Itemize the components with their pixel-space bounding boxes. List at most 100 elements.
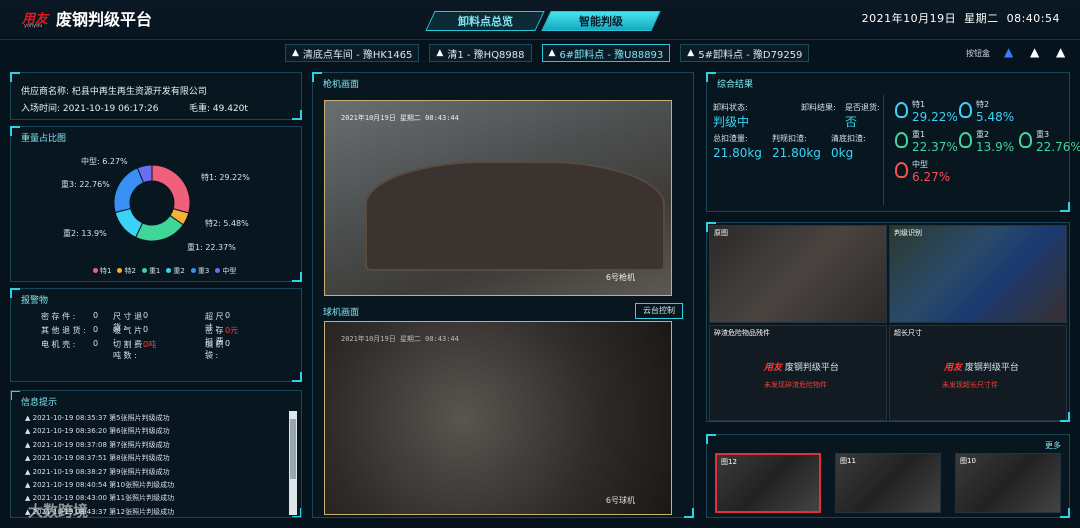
overlength-panel: 超长尺寸 用友 废钢判级平台 未发现超长尺寸件 [889, 325, 1067, 421]
log-row: ▲ 2021-10-19 08:37:51 第8张照片判级成功 [25, 454, 170, 463]
gallery-thumb-active[interactable]: 图12 [715, 453, 821, 513]
alarm-panel: 报警物 密 存 件 :0尺 寸 退 货 :0超 尺 寸 :0其 他 退 货 :0… [10, 288, 302, 382]
log-icon: ▲ [25, 427, 33, 436]
clean-deduct-value: 0kg [831, 146, 854, 160]
log-icon: ▲ [25, 480, 33, 489]
legend-item[interactable]: 重2 [166, 266, 185, 276]
grade-result-label: 卸料结果: [801, 103, 836, 112]
alarm-cell: 其 他 退 货 : [41, 326, 86, 335]
app-title: 废钢判级平台 [56, 10, 153, 29]
alarm-cell: 0 [143, 325, 149, 334]
danger-message: 未发现碎渣危险物件 [764, 381, 827, 389]
views-panel: 原图 判级识别 碎渣危险物品残件 用友 废钢判级平台 未发现碎渣危险物件 超长尺… [706, 222, 1070, 422]
dome-cam-label: 6号球机 [605, 496, 635, 505]
brand-text: 废钢判级平台 [784, 363, 839, 373]
entry-time-label: 入场时间: [21, 104, 61, 114]
alarm-cell: 0 [93, 311, 99, 320]
donut-slice-特1[interactable] [151, 164, 191, 214]
return-value: 否 [845, 115, 858, 129]
log-row: ▲ 2021-10-19 08:38:27 第9张照片判级成功 [25, 467, 170, 476]
original-caption: 原图 [714, 229, 728, 237]
gun-cam-title: 枪机画面 [323, 80, 360, 90]
alarm-cell: 密 存 件 : [41, 312, 76, 321]
truck-bed [365, 161, 665, 271]
supplier-label: 供应商名称: [21, 87, 70, 97]
more-link[interactable]: 更多 [1045, 440, 1061, 451]
status-value: 判级中 [713, 115, 750, 129]
label-h1: 重1: 22.37% [187, 243, 236, 252]
log-row: ▲ 2021-10-19 08:40:54 第10张照片判级成功 [25, 480, 175, 489]
alarm-light-icon[interactable]: ▲ [1004, 45, 1013, 59]
alarm-cell: 超 尺 寸 : [205, 312, 224, 332]
watermark: 大数跨境 [28, 502, 89, 520]
legend-item[interactable]: 特1 [93, 266, 111, 276]
log-icon: ▲ [25, 467, 33, 476]
vehicle-tab[interactable]: ▲ 清底点车间 - 豫HK1465 [285, 44, 420, 62]
button-box-label: 按钮盒 [966, 49, 990, 58]
grade-item: 重2 13.9% [976, 130, 1015, 154]
vehicle-icon: ▲ [687, 48, 695, 58]
log-icon: ▲ [25, 454, 33, 463]
grade-item: 重3 22.76% [1036, 130, 1080, 154]
rule-deduct-value: 21.80kg [772, 146, 821, 160]
vehicle-icon: ▲ [292, 48, 299, 58]
vehicle-icon: ▲ [548, 48, 556, 58]
gallery-thumb[interactable]: 图10 [955, 453, 1061, 513]
overlength-caption: 超长尺寸 [894, 329, 922, 337]
supplier-name: 杞县中再生再生资源开发有限公司 [71, 87, 207, 97]
dome-camera-feed[interactable]: 2021年10月19日 星期二 08:43:44 6号球机 [324, 321, 672, 515]
vehicle-icon: ▲ [436, 48, 444, 58]
recognition-image[interactable]: 判级识别 [889, 225, 1067, 323]
vehicle-tab[interactable]: ▲ 5#卸料点 - 豫D79259 [680, 44, 810, 62]
gallery-thumb[interactable]: 图11 [835, 453, 941, 513]
legend-item[interactable]: 重3 [190, 266, 209, 276]
log-panel: 信息提示 ▲ 2021-10-19 08:35:37 第5张照片判级成功 ▲ 20… [10, 390, 302, 518]
legend-item[interactable]: 特2 [117, 266, 136, 276]
overlength-message: 未发现超长尺寸件 [942, 381, 998, 389]
alarm-cell: 尺 寸 退 货 : [113, 312, 143, 332]
tab-overview[interactable]: 卸料点总览 [425, 11, 545, 31]
alarm-light-icon[interactable]: ▲ [1056, 45, 1065, 59]
alarm-cell: 密 存 扣 费 : [205, 326, 224, 356]
alarm-cell: 0 [93, 325, 99, 334]
alarm-cell: 0 [143, 311, 149, 320]
panel-title: 信息提示 [21, 398, 58, 408]
label-h2: 重2: 13.9% [63, 229, 107, 238]
alarm-cell [41, 353, 93, 363]
grade-medal-icon [1019, 132, 1032, 148]
recognition-caption: 判级识别 [894, 229, 922, 237]
log-scrollbar[interactable] [289, 411, 297, 515]
supplier-panel: 供应商名称: 杞县中再生再生资源开发有限公司 入场时间: 2021-10-19 … [10, 72, 302, 120]
panel-title: 综合结果 [717, 80, 754, 90]
tab-grading[interactable]: 智能判级 [541, 11, 661, 31]
legend-item[interactable]: 重1 [141, 266, 160, 276]
brand-logo: 用友 [764, 363, 783, 373]
donut-slice-重1[interactable] [135, 214, 184, 242]
clean-deduct-label: 清底扣渣: [831, 134, 866, 143]
gross-weight: 49.420t [212, 104, 248, 114]
vehicle-tab-active[interactable]: ▲ 6#卸料点 - 豫U88893 [541, 44, 671, 62]
ptz-control-button[interactable]: 云台控制 [635, 303, 683, 319]
dome-cam-timestamp: 2021年10月19日 星期二 08:43:44 [341, 335, 459, 343]
alarm-light-icon[interactable]: ▲ [1030, 45, 1039, 59]
alarm-cell: 0 [225, 311, 231, 320]
alarm-cell [93, 353, 113, 363]
grade-item: 特1 29.22% [912, 100, 958, 124]
original-image[interactable]: 原图 [709, 225, 887, 323]
weight-ratio-panel: 重量占比图 特1: 29.22% 特2: 5.48% 重1: 22.37% 重2… [10, 126, 302, 282]
dome-cam-title: 球机画面 [323, 308, 360, 318]
gun-camera-feed[interactable]: 2021年10月19日 星期二 08:43:44 6号枪机 [324, 100, 672, 296]
panel-title: 报警物 [21, 296, 49, 306]
gun-cam-timestamp: 2021年10月19日 星期二 08:43:44 [341, 114, 459, 122]
legend-item[interactable]: 中型 [215, 266, 236, 276]
log-row: ▲ 2021-10-19 08:36:20 第6张照片判级成功 [25, 427, 170, 436]
alarm-cell: 0 [93, 339, 99, 348]
brand-logo-sub: yonyou [24, 23, 43, 29]
alarm-cell: 电 机 壳 : [41, 340, 76, 349]
vehicle-tab[interactable]: ▲ 清1 - 豫HQ8988 [429, 44, 532, 62]
donut-slice-重3[interactable] [113, 167, 145, 214]
grade-medal-icon [959, 132, 972, 148]
alarm-cell: 暖 气 片 : [113, 326, 143, 345]
donut-chart [113, 164, 191, 242]
grade-item: 中型 6.27% [912, 160, 951, 184]
